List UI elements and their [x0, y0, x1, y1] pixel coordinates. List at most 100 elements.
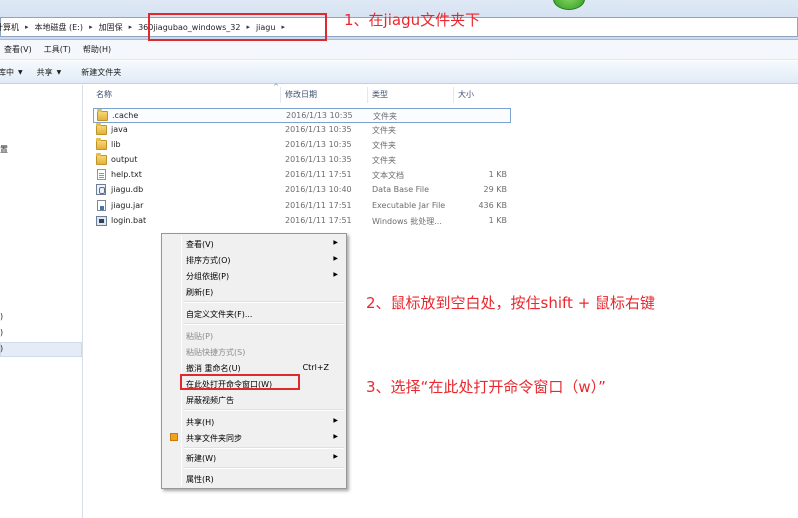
breadcrumb-computer[interactable]: 计算机: [0, 18, 21, 36]
file-row[interactable]: login.bat 2016/1/11 17:51 Windows 批处理...…: [93, 214, 511, 229]
menu-view[interactable]: 查看(V): [0, 44, 38, 55]
ctx-share-with[interactable]: 共享(H) ▶: [164, 414, 344, 429]
jar-file-icon: [97, 200, 106, 211]
ctx-sync-shared-folder[interactable]: 共享文件夹同步 ▶: [164, 430, 344, 445]
file-name: lib: [111, 140, 121, 149]
file-name: .cache: [112, 111, 139, 120]
chevron-right-icon: ▶: [333, 453, 338, 460]
ctx-group-by[interactable]: 分组依据(P) ▶: [164, 268, 344, 283]
database-file-icon: [96, 184, 106, 195]
annotation-step-1: 1、在jiagu文件夹下: [344, 11, 481, 29]
file-date: 2016/1/13 10:35: [285, 155, 352, 164]
file-date: 2016/1/13 10:35: [286, 111, 353, 120]
nav-item-fragment[interactable]: ): [0, 344, 3, 356]
ctx-paste-shortcut[interactable]: 粘贴快捷方式(S): [164, 344, 344, 359]
file-type: Windows 批处理...: [372, 217, 442, 226]
nav-item-fragment[interactable]: ): [0, 328, 3, 340]
file-date: 2016/1/13 10:35: [285, 125, 352, 134]
chevron-right-icon[interactable]: ▸: [129, 23, 133, 31]
app-orb-icon: [553, 0, 585, 10]
ctx-refresh-label: 刷新(E): [186, 288, 214, 297]
column-header-date[interactable]: 修改日期: [285, 89, 317, 100]
column-header-size[interactable]: 大小: [458, 89, 474, 100]
include-in-library-button[interactable]: 库中 ▼: [0, 67, 37, 78]
folder-icon: [96, 153, 107, 165]
menu-help[interactable]: 帮助(H): [77, 44, 117, 55]
column-divider[interactable]: [367, 87, 368, 103]
menu-tools[interactable]: 工具(T): [38, 44, 77, 55]
command-bar: 库中 ▼ 共享 ▼ 新建文件夹: [0, 61, 798, 84]
ctx-customize-folder[interactable]: 自定义文件夹(F)...: [164, 306, 344, 321]
column-headers: ^ 名称 修改日期 类型 大小: [90, 83, 510, 105]
navigation-pane[interactable]: 置 ) ) ): [0, 85, 83, 518]
ctx-block-video-ads[interactable]: 屏蔽视频广告: [164, 392, 344, 407]
file-name: login.bat: [111, 216, 147, 225]
ctx-customize-folder-label: 自定义文件夹(F)...: [186, 310, 253, 319]
file-size: 1 KB: [488, 170, 507, 179]
file-name: jiagu.db: [111, 185, 144, 194]
chevron-right-icon[interactable]: ▸: [89, 23, 93, 31]
share-label: 共享: [36, 67, 53, 77]
breadcrumb-local-disk[interactable]: 本地磁盘 (E:): [33, 18, 86, 36]
nav-item-selected[interactable]: [0, 342, 82, 357]
text-file-icon: [97, 169, 106, 180]
annotation-step-3: 3、选择“在此处打开命令窗口（w）”: [366, 378, 606, 396]
menu-separator: [184, 447, 344, 449]
file-name: help.txt: [111, 170, 142, 179]
ctx-paste[interactable]: 粘贴(P): [164, 328, 344, 343]
file-type: 文件夹: [373, 112, 397, 121]
file-type: 文件夹: [372, 156, 396, 165]
file-type: 文本文档: [372, 171, 404, 180]
menu-separator: [184, 409, 344, 411]
sort-ascending-icon: ^: [273, 83, 279, 91]
file-row[interactable]: lib 2016/1/13 10:35 文件夹: [93, 138, 511, 153]
batch-file-icon: [96, 216, 107, 226]
ctx-share-with-label: 共享(H): [186, 418, 215, 427]
ctx-new-label: 新建(W): [186, 454, 217, 463]
chevron-right-icon: ▶: [333, 433, 338, 440]
ctx-undo-rename-label: 撤消 重命名(U): [186, 364, 241, 373]
annotation-step-2: 2、鼠标放到空白处，按住shift + 鼠标右键: [366, 294, 656, 312]
ctx-sort-by[interactable]: 排序方式(O) ▶: [164, 252, 344, 267]
ctx-refresh[interactable]: 刷新(E): [164, 284, 344, 299]
folder-icon: [96, 123, 107, 135]
file-date: 2016/1/11 17:51: [285, 170, 352, 179]
ctx-view-label: 查看(V): [186, 240, 214, 249]
nav-item-fragment[interactable]: 置: [0, 144, 8, 156]
column-header-type[interactable]: 类型: [372, 89, 388, 100]
new-folder-button[interactable]: 新建文件夹: [81, 67, 131, 78]
menu-separator: [184, 467, 344, 469]
nav-item-fragment[interactable]: ): [0, 312, 3, 324]
sync-icon: [170, 433, 178, 441]
highlight-box-open-command-window: [180, 374, 300, 390]
file-row[interactable]: java 2016/1/13 10:35 文件夹: [93, 123, 511, 138]
file-row[interactable]: jiagu.jar 2016/1/11 17:51 Executable Jar…: [93, 199, 511, 214]
column-divider[interactable]: [280, 87, 281, 103]
folder-icon: [97, 109, 108, 121]
chevron-right-icon: ▶: [333, 255, 338, 262]
file-date: 2016/1/13 10:40: [285, 185, 352, 194]
ctx-paste-shortcut-label: 粘贴快捷方式(S): [186, 348, 246, 357]
ctx-undo-shortcut: Ctrl+Z: [302, 363, 329, 372]
breadcrumb-jiagubao[interactable]: 加固保: [97, 18, 125, 36]
ctx-undo-rename[interactable]: 撤消 重命名(U) Ctrl+Z: [164, 360, 344, 375]
menu-separator: [184, 301, 344, 303]
chevron-right-icon[interactable]: ▸: [25, 23, 29, 31]
chevron-down-icon: ▼: [18, 68, 23, 76]
file-row[interactable]: jiagu.db 2016/1/13 10:40 Data Base File …: [93, 183, 511, 198]
ctx-properties-label: 属性(R): [186, 475, 214, 484]
file-row[interactable]: help.txt 2016/1/11 17:51 文本文档 1 KB: [93, 168, 511, 183]
ctx-new[interactable]: 新建(W) ▶: [164, 450, 344, 465]
folder-icon: [96, 138, 107, 150]
file-row[interactable]: output 2016/1/13 10:35 文件夹: [93, 153, 511, 168]
column-header-name[interactable]: 名称: [96, 89, 112, 100]
ctx-properties[interactable]: 属性(R): [164, 471, 344, 486]
share-button[interactable]: 共享 ▼: [37, 67, 82, 78]
include-in-library-label: 库中: [0, 67, 14, 77]
column-divider[interactable]: [453, 87, 454, 103]
ctx-block-video-ads-label: 屏蔽视频广告: [186, 396, 234, 405]
highlight-box-address: [148, 13, 327, 41]
context-menu: 查看(V) ▶ 排序方式(O) ▶ 分组依据(P) ▶ 刷新(E) 自定义文件夹…: [161, 233, 347, 489]
ctx-view[interactable]: 查看(V) ▶: [164, 236, 344, 251]
file-row[interactable]: .cache 2016/1/13 10:35 文件夹: [93, 108, 511, 123]
